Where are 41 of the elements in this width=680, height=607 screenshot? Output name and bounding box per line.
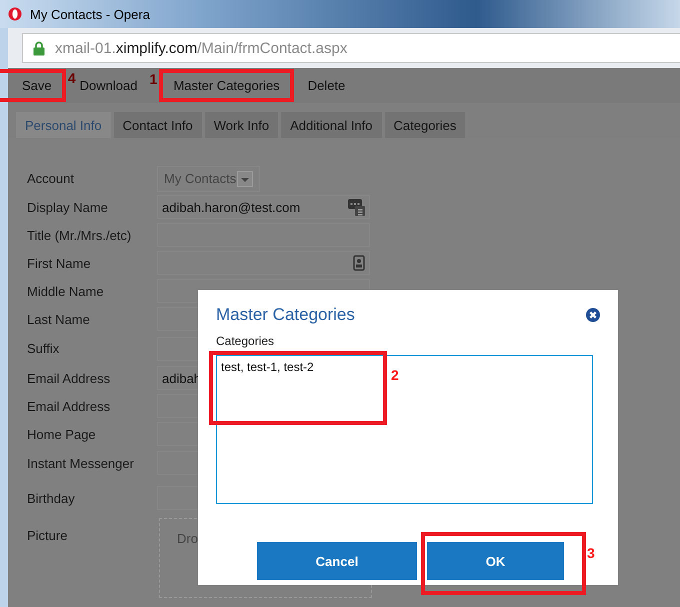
annotation-number: 2 [391,367,399,383]
text-field[interactable]: adibah.haron@test.com [157,195,370,219]
tab[interactable]: Personal Info [16,112,111,138]
toolbar-button[interactable]: Delete [300,72,354,99]
field-label: Last Name [27,312,91,326]
text-field[interactable] [157,251,370,275]
field-label: Account [27,171,75,186]
tab[interactable]: Additional Info [281,112,382,138]
close-icon[interactable] [586,308,600,322]
tab[interactable]: Categories [384,112,466,138]
field-label: Instant Messenger [27,456,135,470]
field-value: adibah.haron@test.com [162,200,300,214]
toolbar-button[interactable]: Master Categories [165,72,288,99]
field-label: Suffix [27,341,60,356]
dialog-button[interactable]: Cancel [257,542,417,580]
window-title: My Contacts - Opera [30,6,150,22]
field-label: Display Name [27,200,109,214]
field-label: Birthday [27,490,76,506]
field-label: Categories [216,334,276,348]
field-label: Picture [27,528,68,543]
chat-icon[interactable] [348,198,365,216]
annotation-number: 1 [149,71,158,87]
account-select[interactable]: My Contacts [157,166,260,192]
tab[interactable]: Contact Info [114,112,202,138]
tab[interactable]: Work Info [204,112,278,138]
field-label: Title (Mr./Mrs./etc) [27,228,132,242]
field-label: Email Address [27,398,112,414]
field-label: Home Page [27,426,97,442]
address-field[interactable]: xmail-01.ximplify.com/Main/frmContact.aspx [22,33,680,63]
field-label: First Name [27,256,92,270]
toolbar-button[interactable]: Save [14,72,60,99]
annotation-number: 3 [587,545,595,561]
field-label: Middle Name [27,284,105,298]
url-text: xmail-01.ximplify.com/Main/frmContact.aspx [55,40,348,56]
contact-card-icon[interactable] [353,255,365,271]
dialog-button[interactable]: OK [427,542,564,580]
lock-icon [33,40,45,56]
annotation-number: 4 [68,70,76,86]
field-label: Email Address [27,370,112,386]
dialog-title: Master Categories [216,305,355,325]
browser-logo-icon [8,7,22,21]
